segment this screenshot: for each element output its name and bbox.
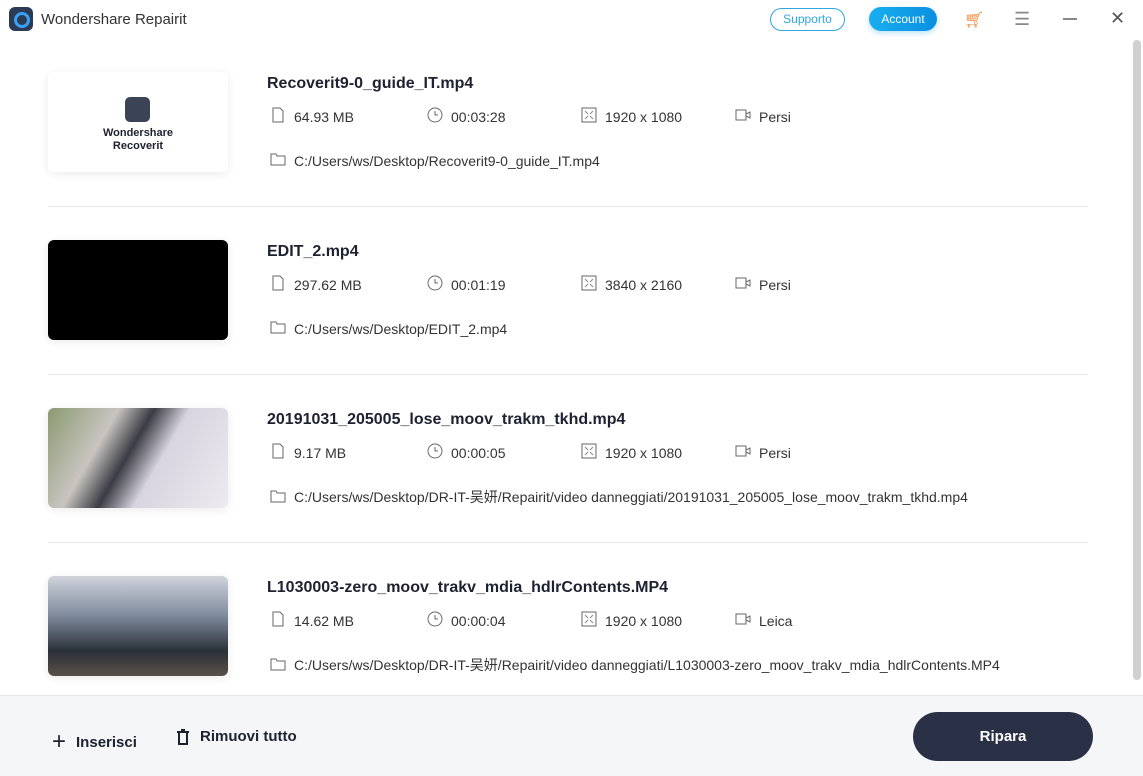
file-path: C:/Users/ws/Desktop/Recoverit9-0_guide_I…	[270, 151, 600, 170]
file-row[interactable]: EDIT_2.mp4 297.62 MB 00:01:19 3840 x 216…	[48, 240, 1088, 408]
resolution: 1920 x 1080	[581, 443, 682, 462]
resolution-icon	[581, 107, 597, 126]
file-icon	[270, 443, 286, 462]
camera: Leica	[735, 611, 792, 630]
repair-button[interactable]: Ripara	[913, 712, 1093, 761]
file-size: 9.17 MB	[270, 443, 346, 462]
folder-icon	[270, 319, 286, 338]
clock-icon	[427, 611, 443, 630]
resolution-icon	[581, 443, 597, 462]
file-icon	[270, 275, 286, 294]
plus-icon: +	[52, 728, 67, 755]
file-path: C:/Users/ws/Desktop/DR-IT-吴妍/Repairit/vi…	[270, 487, 968, 507]
clock-icon	[427, 443, 443, 462]
file-size: 14.62 MB	[270, 611, 354, 630]
video-thumbnail	[48, 576, 228, 676]
file-name: L1030003-zero_moov_trakv_mdia_hdlrConten…	[267, 579, 669, 596]
folder-icon	[270, 488, 286, 507]
app-title: Wondershare Repairit	[41, 11, 187, 28]
file-name: EDIT_2.mp4	[267, 243, 359, 260]
camera: Persi	[735, 107, 791, 126]
file-path: C:/Users/ws/Desktop/DR-IT-吴妍/Repairit/vi…	[270, 655, 1000, 675]
resolution: 3840 x 2160	[581, 275, 682, 294]
file-name: Recoverit9-0_guide_IT.mp4	[267, 75, 474, 92]
clock-icon	[427, 107, 443, 126]
file-row[interactable]: 20191031_205005_lose_moov_trakm_tkhd.mp4…	[48, 408, 1088, 576]
duration: 00:00:05	[427, 443, 506, 462]
divider	[48, 374, 1088, 375]
resolution-icon	[581, 611, 597, 630]
menu-icon[interactable]: ☰	[1014, 9, 1030, 30]
resolution-icon	[581, 275, 597, 294]
app-logo-icon	[9, 7, 33, 31]
file-size: 64.93 MB	[270, 107, 354, 126]
title-bar: Wondershare Repairit Supporto Account 🛒︎…	[0, 0, 1143, 40]
add-button[interactable]: + Inserisci	[52, 728, 137, 756]
divider	[48, 206, 1088, 207]
remove-all-label: Rimuovi tutto	[200, 728, 297, 745]
support-button[interactable]: Supporto	[770, 8, 845, 31]
video-thumbnail: Wondershare Recoverit	[48, 72, 228, 172]
folder-icon	[270, 151, 286, 170]
resolution: 1920 x 1080	[581, 611, 682, 630]
file-icon	[270, 107, 286, 126]
trash-icon	[177, 728, 189, 745]
camera-icon	[735, 443, 751, 462]
file-name: 20191031_205005_lose_moov_trakm_tkhd.mp4	[267, 411, 626, 428]
add-label: Inserisci	[76, 733, 137, 751]
duration: 00:01:19	[427, 275, 506, 294]
cart-icon[interactable]: 🛒︎	[964, 10, 984, 30]
folder-icon	[270, 656, 286, 675]
minimize-icon[interactable]	[1063, 18, 1077, 20]
camera: Persi	[735, 443, 791, 462]
close-icon[interactable]: ✕	[1110, 8, 1125, 29]
clock-icon	[427, 275, 443, 294]
camera: Persi	[735, 275, 791, 294]
camera-icon	[735, 107, 751, 126]
camera-icon	[735, 275, 751, 294]
divider	[48, 542, 1088, 543]
file-size: 297.62 MB	[270, 275, 362, 294]
remove-all-button[interactable]: Rimuovi tutto	[176, 728, 297, 745]
video-thumbnail	[48, 240, 228, 340]
file-path: C:/Users/ws/Desktop/EDIT_2.mp4	[270, 319, 507, 338]
resolution: 1920 x 1080	[581, 107, 682, 126]
scrollbar[interactable]	[1133, 40, 1141, 680]
footer-bar: + Inserisci Rimuovi tutto Ripara	[0, 695, 1143, 776]
file-row[interactable]: Wondershare Recoverit Recoverit9-0_guide…	[48, 72, 1088, 240]
thumb-logo-text: Wondershare Recoverit	[102, 127, 174, 152]
file-icon	[270, 611, 286, 630]
video-thumbnail	[48, 408, 228, 508]
camera-icon	[735, 611, 751, 630]
duration: 00:03:28	[427, 107, 506, 126]
duration: 00:00:04	[427, 611, 506, 630]
account-button[interactable]: Account	[869, 7, 937, 31]
